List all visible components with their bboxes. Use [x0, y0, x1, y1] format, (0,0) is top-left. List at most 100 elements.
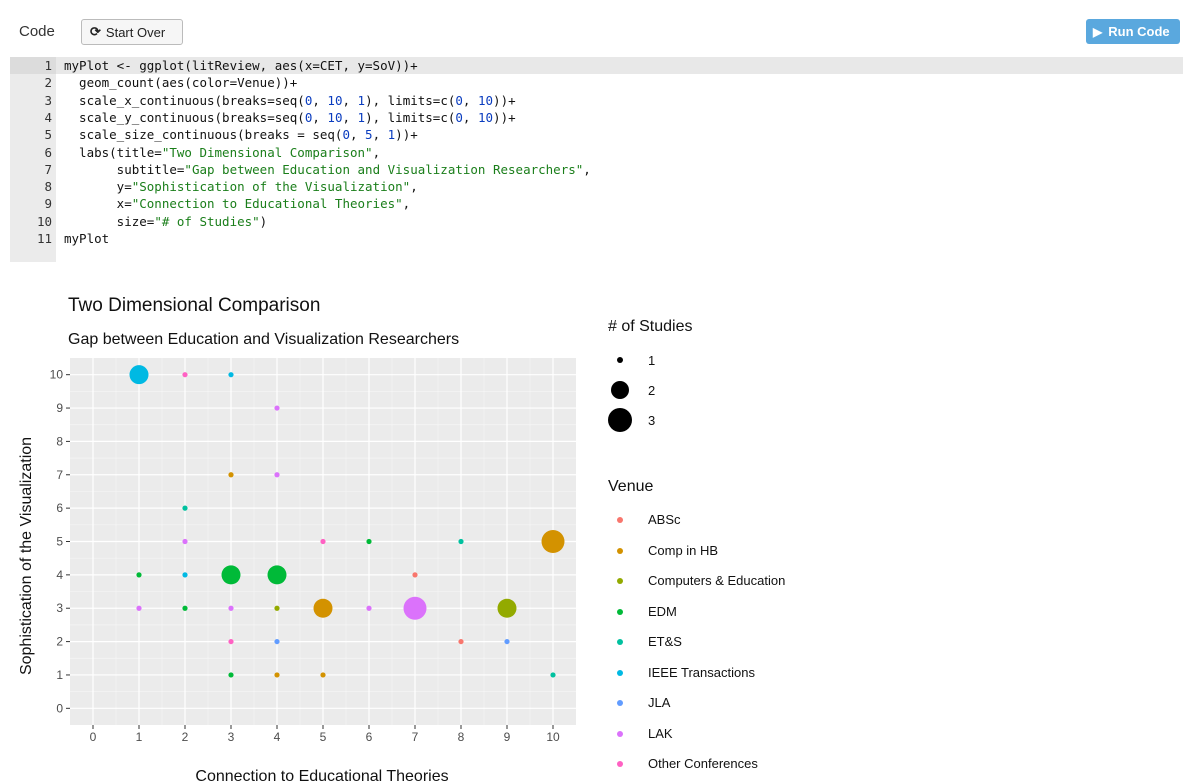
y-tick-label: 4 — [56, 568, 63, 582]
venue-legend-dot — [617, 700, 623, 706]
venue-legend-label: LAK — [648, 725, 673, 741]
data-point — [182, 505, 188, 511]
y-tick-label: 6 — [56, 501, 63, 515]
y-tick-label: 7 — [56, 468, 63, 482]
run-code-label: Run Code — [1108, 24, 1170, 39]
data-point — [366, 538, 372, 545]
toolbar: Code ⟳ Start Over ▶ Run Code — [0, 0, 1187, 60]
line-number: 4 — [44, 109, 52, 125]
y-tick-label: 8 — [56, 434, 63, 448]
line-number: 9 — [44, 196, 52, 212]
code-line[interactable]: 2 geom_count(aes(color=Venue))+ — [10, 74, 1183, 91]
code-line[interactable]: 8 y="Sophistication of the Visualization… — [10, 178, 1183, 195]
line-number: 5 — [44, 127, 52, 143]
size-legend-dot — [617, 357, 623, 363]
size-legend-item: 3 — [608, 407, 728, 433]
code-line[interactable]: 5 scale_size_continuous(breaks = seq(0, … — [10, 126, 1183, 143]
data-point — [320, 538, 326, 545]
code-text: scale_x_continuous(breaks=seq(0, 10, 1),… — [64, 92, 516, 108]
venue-legend-item: ET&S — [608, 629, 848, 655]
venue-legend-label: ET&S — [648, 634, 682, 649]
data-point — [182, 605, 188, 611]
code-line[interactable]: 6 labs(title="Two Dimensional Comparison… — [10, 144, 1183, 161]
venue-legend-dot — [617, 761, 623, 767]
scatter-plot: Two Dimensional Comparison Gap between E… — [18, 295, 576, 784]
data-point — [497, 598, 517, 618]
venue-legend-item: Computers & Education — [608, 568, 848, 594]
code-line[interactable]: 3 scale_x_continuous(breaks=seq(0, 10, 1… — [10, 92, 1183, 109]
y-tick-label: 5 — [56, 535, 63, 549]
data-point — [320, 672, 326, 678]
x-tick-label: 4 — [274, 730, 281, 744]
data-point — [228, 605, 234, 611]
data-point — [274, 672, 280, 678]
code-line[interactable]: 9 x="Connection to Educational Theories"… — [10, 195, 1183, 212]
x-tick-label: 9 — [504, 730, 511, 744]
y-axis-label: Sophistication of the Visualization — [18, 437, 35, 675]
venue-legend-item: Comp in HB — [608, 538, 848, 564]
code-text: geom_count(aes(color=Venue))+ — [64, 75, 298, 91]
start-over-button[interactable]: ⟳ Start Over — [81, 19, 183, 45]
x-tick-label: 2 — [182, 730, 189, 744]
color-legend-title: Venue — [608, 478, 654, 495]
code-line[interactable]: 7 subtitle="Gap between Education and Vi… — [10, 161, 1183, 178]
data-point — [541, 530, 565, 553]
data-point — [412, 572, 418, 578]
y-tick-label: 2 — [56, 635, 63, 649]
data-point — [274, 605, 280, 611]
venue-legend-dot — [617, 639, 623, 645]
data-point — [228, 672, 234, 678]
y-tick-label: 1 — [56, 668, 63, 682]
data-point — [182, 572, 188, 578]
data-point — [274, 472, 280, 478]
line-number: 11 — [36, 231, 52, 246]
line-number: 3 — [44, 92, 52, 108]
run-code-button[interactable]: ▶ Run Code — [1086, 19, 1180, 44]
code-line[interactable]: 10 size="# of Studies") — [10, 213, 1183, 230]
data-point — [221, 565, 241, 585]
data-point — [228, 472, 234, 478]
venue-legend-dot — [617, 578, 623, 584]
line-number: 8 — [44, 179, 52, 195]
refresh-icon: ⟳ — [90, 24, 101, 39]
venue-legend-dot — [617, 669, 623, 676]
legend: # of Studies 1 2 3 Venue ABSc Comp in HB Com… — [596, 285, 856, 780]
venue-legend-item: LAK — [608, 721, 848, 747]
code-text: labs(title="Two Dimensional Comparison", — [64, 144, 381, 160]
code-line[interactable]: 1 myPlot <- ggplot(litReview, aes(x=CET, … — [10, 57, 1183, 74]
code-text: x="Connection to Educational Theories", — [64, 196, 411, 212]
data-point — [458, 638, 464, 645]
x-tick-label: 8 — [458, 730, 465, 744]
line-number: 1 — [10, 57, 56, 74]
x-tick-label: 10 — [546, 730, 560, 744]
data-point — [228, 638, 234, 645]
code-text: scale_size_continuous(breaks = seq(0, 5,… — [64, 127, 418, 143]
code-line[interactable]: 4 scale_y_continuous(breaks=seq(0, 10, 1… — [10, 109, 1183, 126]
size-legend-dot — [608, 408, 632, 432]
line-number: 6 — [44, 144, 52, 160]
size-legend-item: 2 — [608, 377, 728, 403]
code-text: subtitle="Gap between Education and Visu… — [64, 161, 591, 177]
code-editor[interactable]: 1 myPlot <- ggplot(litReview, aes(x=CET, … — [10, 57, 1183, 262]
x-tick-label: 5 — [320, 730, 327, 744]
x-tick-label: 6 — [366, 730, 373, 744]
code-text: myPlot <- ggplot(litReview, aes(x=CET, y… — [64, 58, 418, 73]
venue-legend-item: Other Conferences — [608, 751, 848, 777]
code-line[interactable]: 11 myPlot — [10, 230, 1183, 247]
data-point — [403, 596, 427, 620]
code-text: y="Sophistication of the Visualization", — [64, 179, 418, 195]
line-number: 7 — [44, 161, 52, 177]
start-over-label: Start Over — [105, 24, 166, 40]
venue-legend-item: JLA — [608, 690, 848, 716]
code-text: scale_y_continuous(breaks=seq(0, 10, 1),… — [64, 109, 516, 125]
size-legend-title: # of Studies — [608, 318, 693, 335]
y-tick-label: 0 — [56, 701, 63, 715]
size-legend-label: 2 — [648, 382, 656, 398]
size-legend-label: 3 — [648, 412, 656, 428]
data-point — [182, 372, 188, 378]
x-tick-label: 1 — [136, 730, 143, 744]
size-legend-item: 1 — [608, 347, 728, 373]
code-text: myPlot — [64, 231, 110, 246]
chart-subtitle: Gap between Education and Visualization … — [68, 331, 459, 348]
venue-legend-label: IEEE Transactions — [648, 664, 755, 680]
